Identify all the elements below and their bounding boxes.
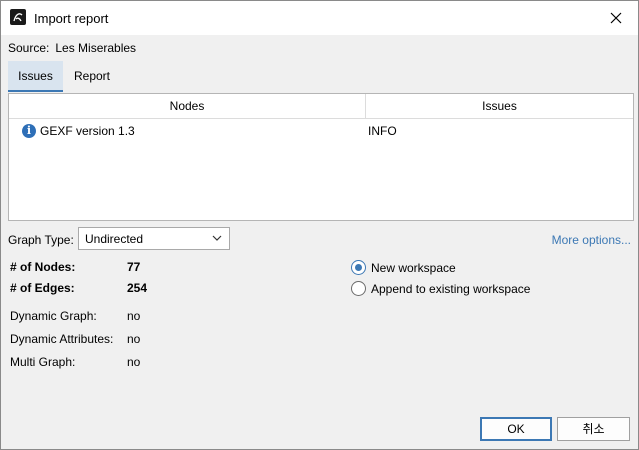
- close-button[interactable]: [604, 6, 628, 30]
- nodes-count-value: 77: [127, 260, 141, 274]
- column-header-nodes[interactable]: Nodes: [9, 94, 366, 118]
- table-row[interactable]: i GEXF version 1.3 INFO: [9, 120, 633, 142]
- nodes-count-label: # of Nodes:: [10, 260, 76, 274]
- graph-type-label: Graph Type:: [8, 233, 74, 247]
- close-icon: [610, 12, 622, 24]
- tab-issues[interactable]: Issues: [8, 61, 63, 92]
- dynamic-attributes-value: no: [127, 332, 141, 346]
- column-header-issues[interactable]: Issues: [366, 94, 633, 118]
- cancel-button[interactable]: 취소: [557, 417, 630, 441]
- table-cell-issue: INFO: [368, 124, 397, 138]
- info-icon: i: [22, 124, 36, 138]
- window-title: Import report: [34, 11, 109, 26]
- ok-button[interactable]: OK: [480, 417, 552, 441]
- radio-selected-icon: [351, 260, 366, 275]
- edges-count-value: 254: [127, 281, 148, 295]
- title-bar: Import report: [1, 1, 638, 35]
- source-row: Source: Les Miserables: [8, 41, 136, 55]
- chevron-down-icon: [212, 235, 222, 241]
- gephi-app-icon: [10, 9, 26, 25]
- dynamic-graph-label: Dynamic Graph:: [10, 309, 97, 323]
- table-header: Nodes Issues: [9, 94, 633, 119]
- dynamic-graph-value: no: [127, 309, 141, 323]
- radio-unselected-icon: [351, 281, 366, 296]
- graph-type-value: Undirected: [85, 232, 144, 246]
- source-value: Les Miserables: [55, 41, 137, 55]
- source-label: Source:: [8, 41, 50, 55]
- graph-type-select[interactable]: Undirected: [78, 227, 230, 250]
- import-report-dialog: Import report Source: Les Miserables Issu…: [0, 0, 639, 450]
- multi-graph-value: no: [127, 355, 141, 369]
- more-options-link[interactable]: More options...: [552, 233, 631, 247]
- node-text: GEXF version 1.3: [40, 124, 135, 138]
- new-workspace-label: New workspace: [371, 260, 456, 275]
- multi-graph-label: Multi Graph:: [10, 355, 76, 369]
- table-cell-node: i GEXF version 1.3: [22, 120, 135, 142]
- append-workspace-radio[interactable]: Append to existing workspace: [351, 281, 530, 296]
- dynamic-attributes-label: Dynamic Attributes:: [10, 332, 114, 346]
- issues-table: Nodes Issues i GEXF version 1.3 INFO: [8, 93, 634, 221]
- new-workspace-radio[interactable]: New workspace: [351, 260, 456, 275]
- append-workspace-label: Append to existing workspace: [371, 281, 531, 296]
- edges-count-label: # of Edges:: [10, 281, 75, 295]
- tab-report[interactable]: Report: [63, 61, 121, 90]
